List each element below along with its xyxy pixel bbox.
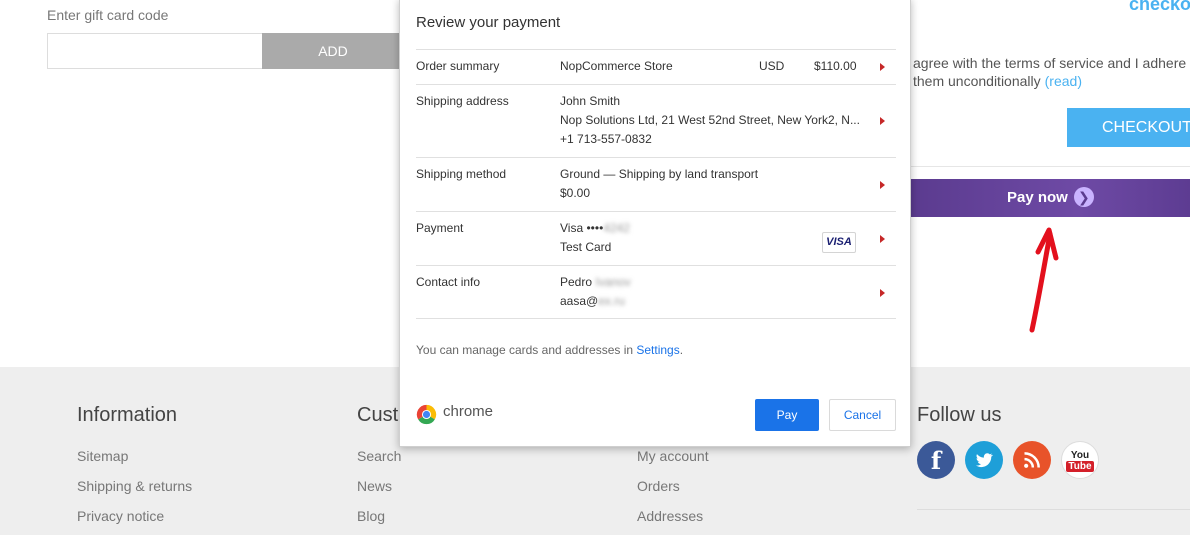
footer-link-my-account[interactable]: My account (637, 448, 709, 464)
footer-link-news[interactable]: News (357, 478, 392, 494)
shipping-address-name: John Smith (560, 94, 621, 108)
settings-note: You can manage cards and addresses in Se… (416, 343, 683, 357)
shipping-method-row[interactable]: Shipping method Ground — Shipping by lan… (416, 157, 896, 211)
footer-link-blog[interactable]: Blog (357, 508, 385, 524)
footer-divider (917, 509, 1190, 510)
chrome-logo-icon (416, 404, 437, 425)
shipping-method-price: $0.00 (560, 186, 591, 200)
payment-label: Payment (416, 221, 464, 235)
visa-icon: VISA (822, 232, 856, 253)
terms-text-line2-label: them unconditionally (913, 73, 1041, 89)
gift-card-input[interactable] (47, 33, 263, 69)
footer-link-addresses[interactable]: Addresses (637, 508, 703, 524)
checkout-button[interactable]: CHECKOUT (1067, 108, 1190, 147)
contact-info-row[interactable]: Contact info Pedro Ivanov aasa@ex.ru (416, 265, 896, 319)
footer-link-shipping-returns[interactable]: Shipping & returns (77, 478, 192, 494)
payment-card: Visa ••••4242 (560, 221, 630, 235)
shipping-method-label: Shipping method (416, 167, 507, 181)
order-summary-row[interactable]: Order summary NopCommerce Store USD $110… (416, 49, 896, 84)
payment-card-number: Visa •••• (560, 221, 604, 235)
shipping-address-label: Shipping address (416, 94, 509, 108)
pay-now-label: Pay now (1007, 189, 1068, 206)
gift-card-label: Enter gift card code (47, 7, 169, 23)
shipping-method-name: Ground — Shipping by land transport (560, 167, 759, 181)
checkout-heading: checko (1129, 0, 1190, 14)
shipping-address-street: Nop Solutions Ltd, 21 West 52nd Street, … (560, 113, 860, 127)
contact-info-first-name: Pedro (560, 275, 593, 289)
twitter-icon[interactable] (965, 441, 1003, 479)
add-gift-card-button[interactable]: ADD (262, 33, 404, 69)
divider (910, 166, 1190, 167)
footer-link-search[interactable]: Search (357, 448, 401, 464)
dialog-title: Review your payment (416, 14, 561, 31)
order-summary-amount: $110.00 (814, 59, 857, 73)
footer-follow-title: Follow us (917, 404, 1002, 426)
terms-read-link[interactable]: (read) (1045, 73, 1082, 89)
shipping-address-row[interactable]: Shipping address John Smith Nop Solution… (416, 84, 896, 157)
chevron-right-icon (880, 289, 885, 297)
youtube-icon-text-top: You (1070, 450, 1090, 461)
contact-info-email: aasa@ex.ru (560, 294, 625, 308)
facebook-icon[interactable]: f (917, 441, 955, 479)
pay-now-button[interactable]: Pay now ❯ (910, 179, 1190, 217)
payment-row[interactable]: Payment Visa ••••4242 Test Card VISA (416, 211, 896, 265)
order-summary-label: Order summary (416, 59, 500, 73)
chrome-brand-text: chrome (443, 403, 494, 420)
chevron-right-icon (880, 181, 885, 189)
contact-info-last-name-blurred: Ivanov (595, 275, 631, 289)
chevron-right-icon (880, 235, 885, 243)
chevron-right-icon: ❯ (1073, 186, 1094, 207)
contact-info-email-user: aasa@ (560, 294, 599, 308)
rss-icon[interactable] (1013, 441, 1051, 479)
contact-info-label: Contact info (416, 275, 481, 289)
payment-request-dialog: Review your payment Order summary NopCom… (399, 0, 911, 447)
settings-note-suffix: . (679, 343, 684, 357)
contact-info-email-domain-blurred: ex.ru (598, 294, 625, 308)
footer-link-privacy-notice[interactable]: Privacy notice (77, 508, 164, 524)
order-summary-merchant: NopCommerce Store (560, 59, 673, 73)
footer-information-title: Information (77, 404, 178, 426)
youtube-icon[interactable]: You Tube (1061, 441, 1099, 479)
chevron-right-icon (880, 63, 885, 71)
settings-note-text: You can manage cards and addresses in (416, 343, 637, 357)
pay-button[interactable]: Pay (755, 399, 819, 431)
chevron-right-icon (880, 117, 885, 125)
youtube-icon-text-bottom: Tube (1066, 461, 1094, 472)
order-summary-currency: USD (759, 59, 785, 73)
terms-text-line2: them unconditionally (read) (913, 72, 1082, 90)
terms-text-line1: agree with the terms of service and I ad… (913, 55, 1187, 71)
footer-link-sitemap[interactable]: Sitemap (77, 448, 128, 464)
footer-link-orders[interactable]: Orders (637, 478, 680, 494)
cancel-button[interactable]: Cancel (829, 399, 896, 431)
payment-card-tail-blurred: 4242 (603, 221, 630, 235)
red-arrow-annotation (1029, 227, 1059, 333)
payment-card-name: Test Card (560, 240, 612, 254)
settings-link[interactable]: Settings (636, 343, 679, 357)
shipping-address-phone: +1 713-557-0832 (560, 132, 652, 146)
contact-info-name: Pedro Ivanov (560, 275, 631, 289)
